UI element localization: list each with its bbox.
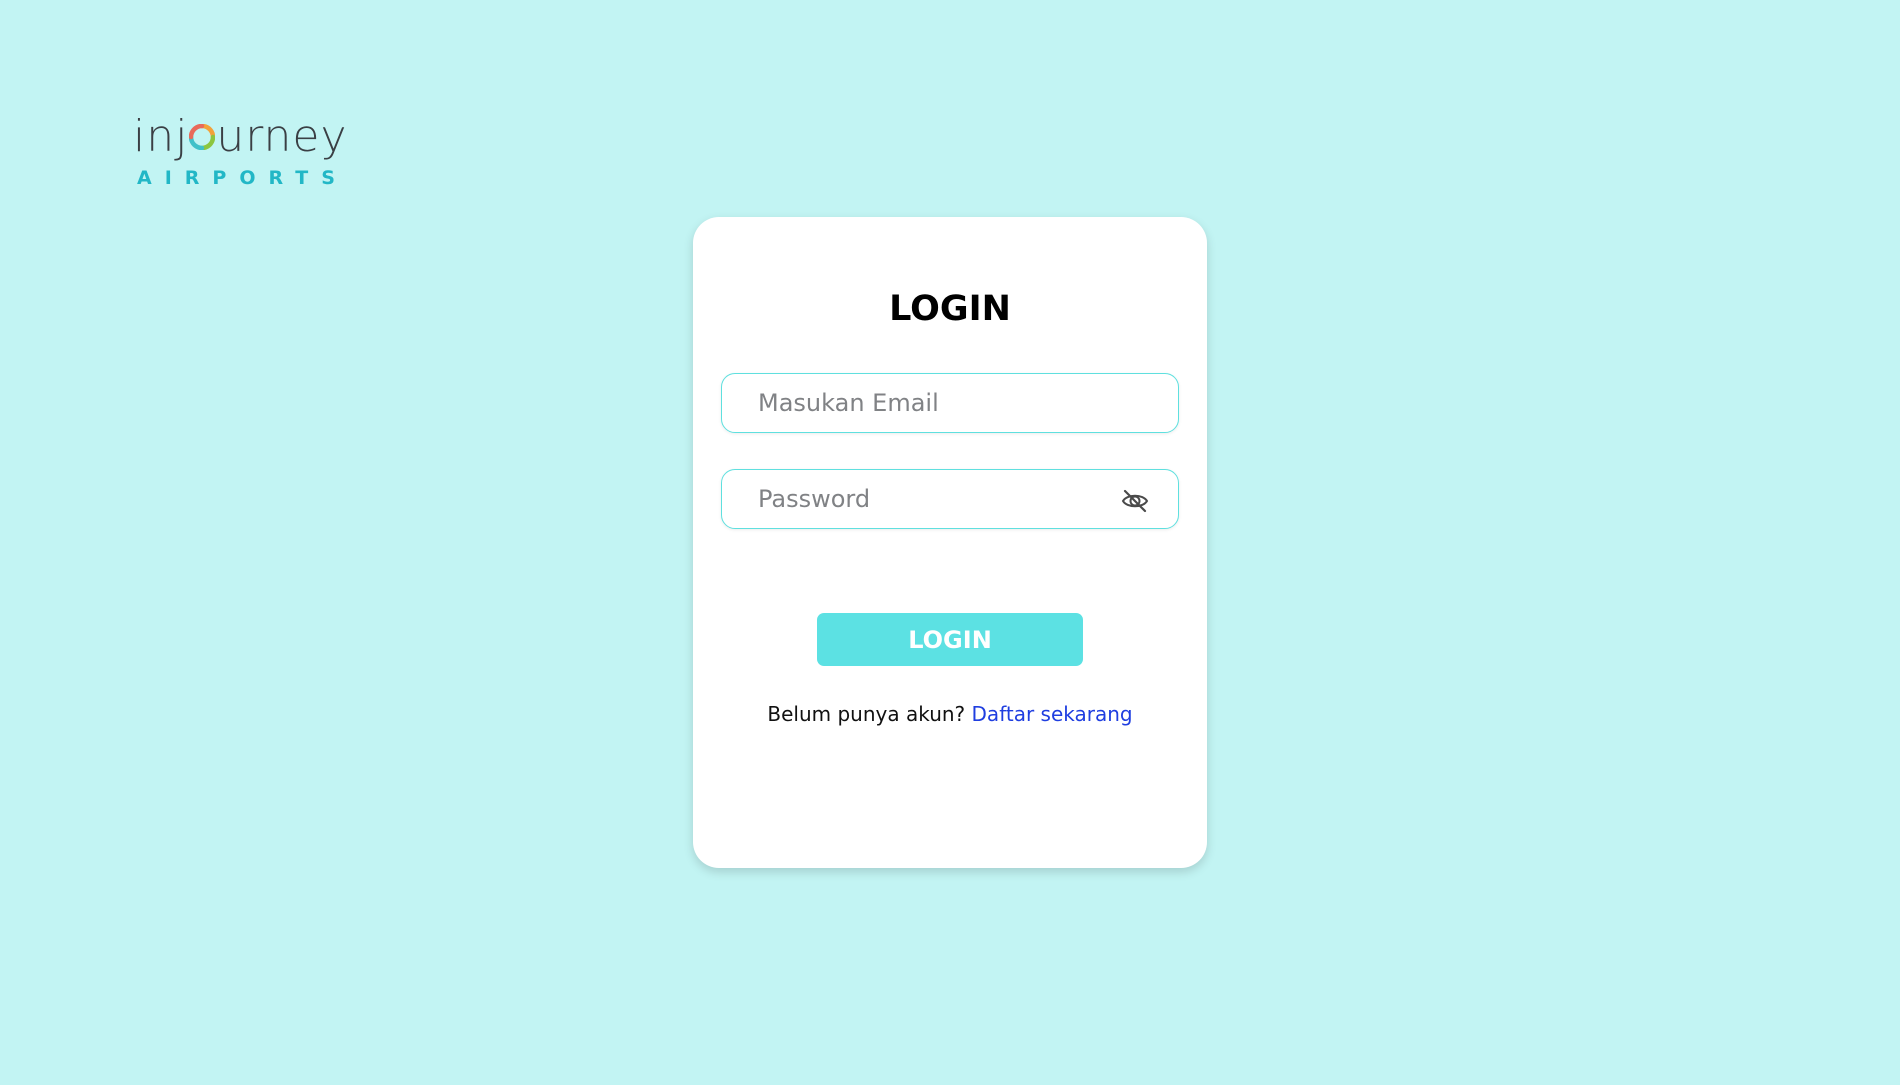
logo-subtitle: AIRPORTS — [137, 167, 348, 189]
logo-ring-icon — [189, 111, 216, 161]
signup-row: Belum punya akun? Daftar sekarang — [693, 702, 1207, 726]
login-button[interactable]: LOGIN — [817, 613, 1083, 666]
injourney-airports-logo: inj urney AIRPORTS — [133, 112, 347, 192]
email-input[interactable] — [758, 374, 1118, 432]
password-input[interactable] — [758, 470, 1118, 528]
signup-link[interactable]: Daftar sekarang — [972, 702, 1133, 726]
logo-wordmark: inj urney — [133, 112, 348, 162]
logo-wordmark-left: inj — [133, 111, 189, 162]
password-field-container — [721, 469, 1179, 529]
signup-prompt: Belum punya akun? — [767, 702, 966, 726]
email-field-container — [721, 373, 1179, 433]
login-title: LOGIN — [889, 289, 1011, 329]
eye-off-icon[interactable] — [1120, 486, 1150, 516]
logo-wordmark-right: urney — [216, 111, 348, 162]
login-card: LOGIN LOGIN Belum punya akun? Daftar sek… — [693, 217, 1207, 868]
